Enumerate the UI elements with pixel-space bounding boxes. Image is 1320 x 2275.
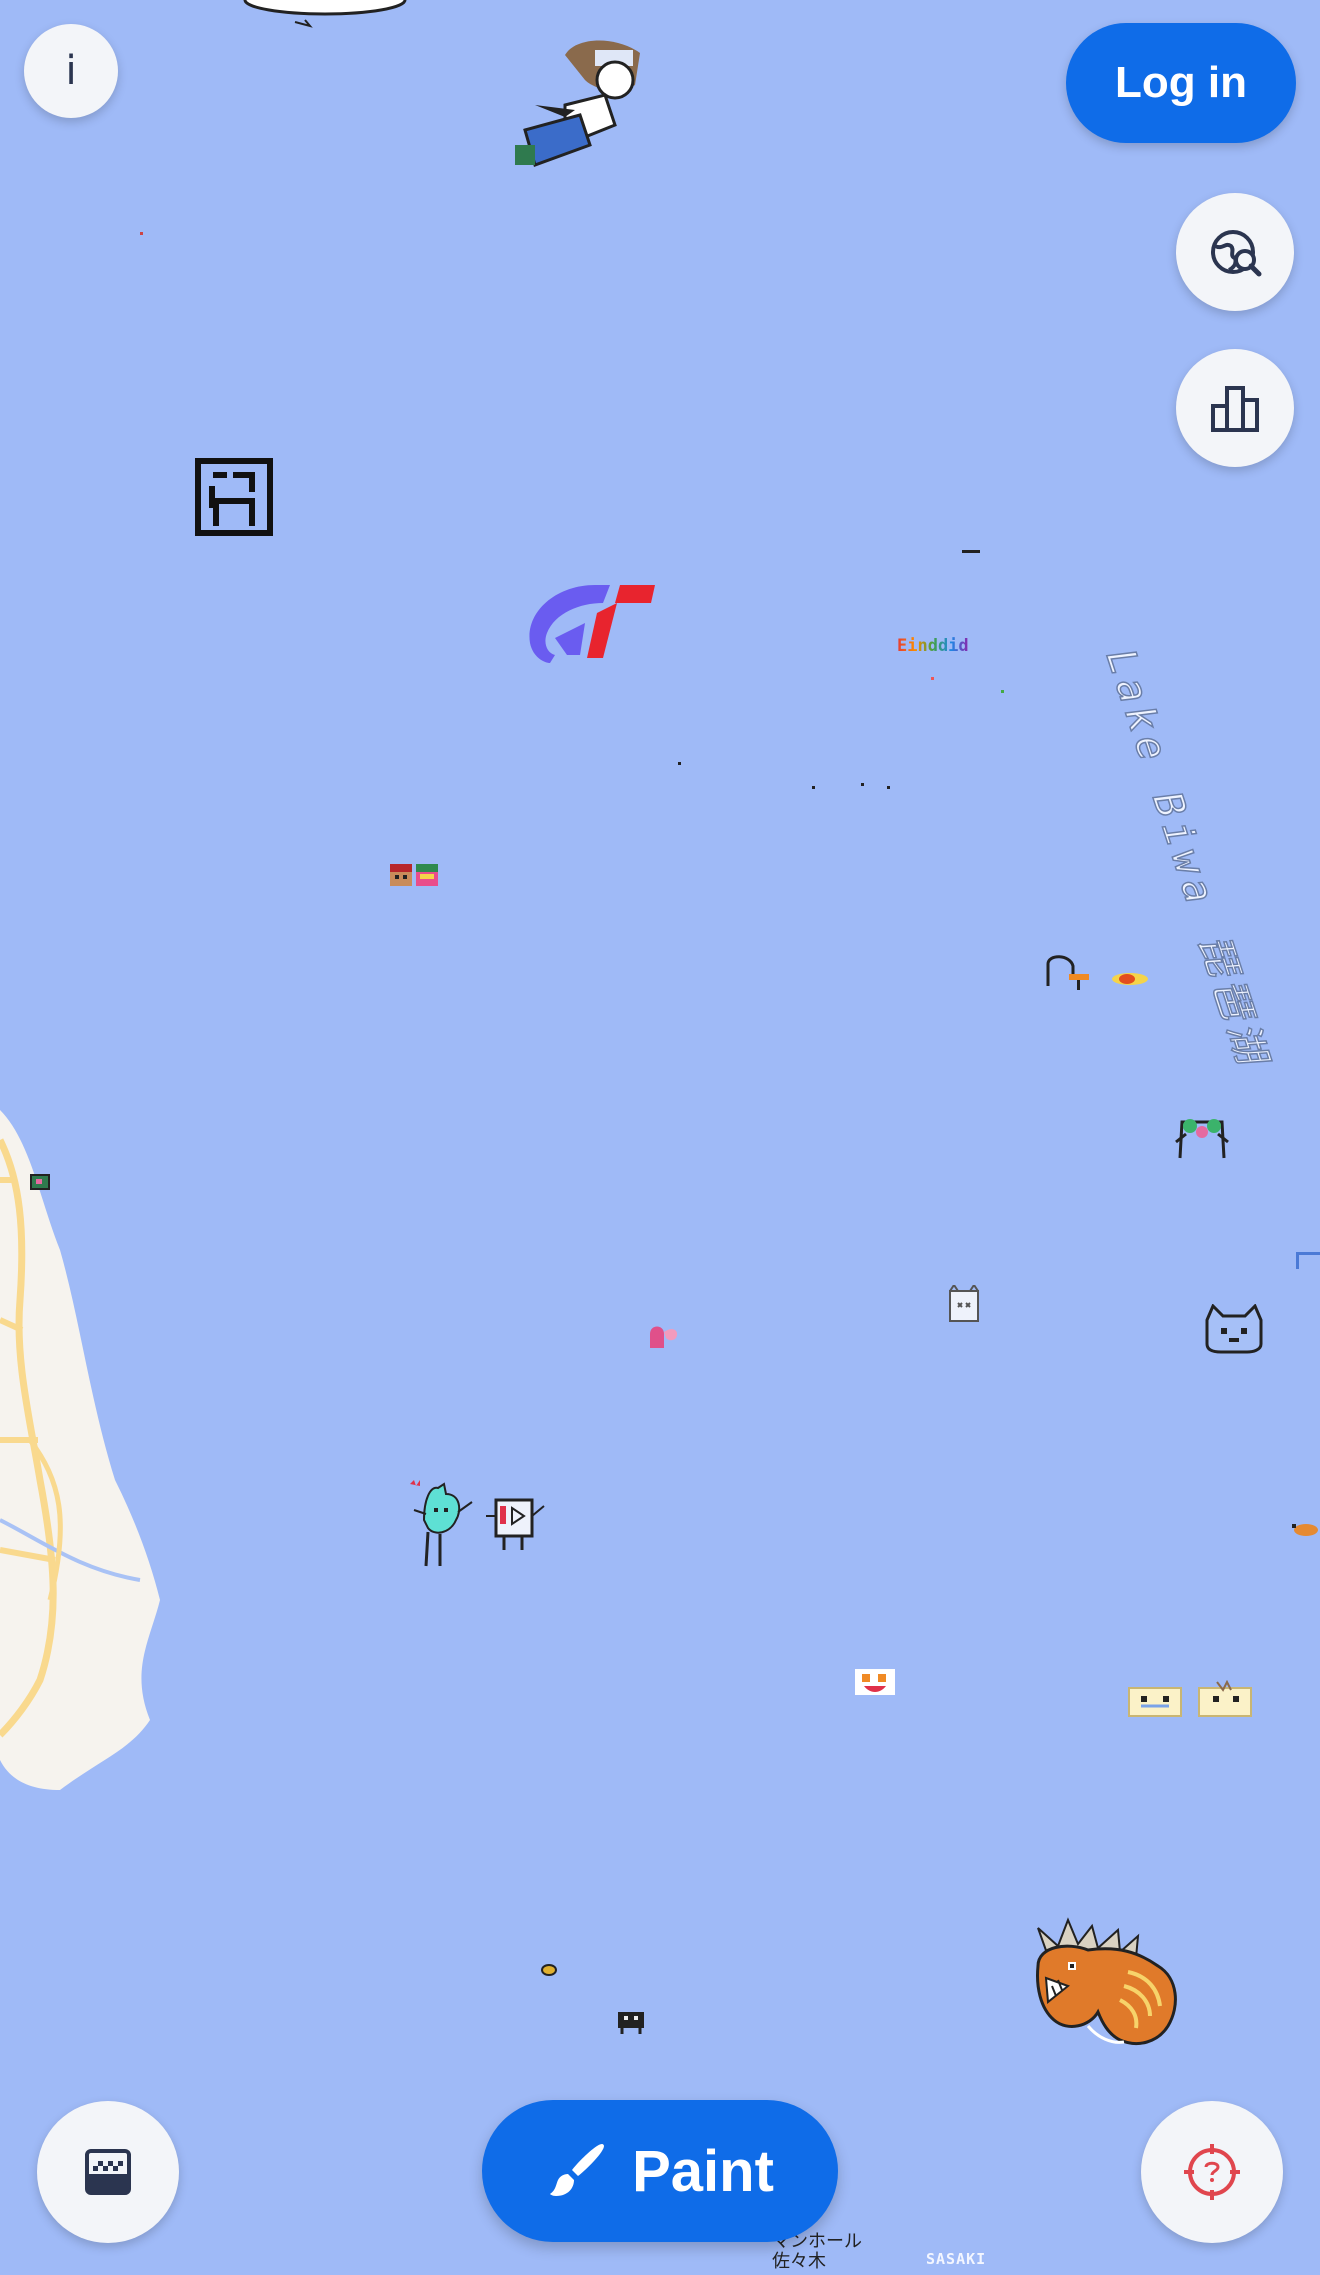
pixel-art-pink-blob (650, 1326, 678, 1348)
pixel-dot (678, 762, 681, 765)
pixel-dash (962, 550, 980, 553)
globe-search-icon (1211, 230, 1262, 277)
pixel-art-cream-blobs (1128, 1680, 1252, 1717)
pixel-dot (1001, 690, 1004, 693)
pixel-art-black-creature (618, 2012, 644, 2034)
leaderboard-icon (1211, 386, 1259, 432)
pixel-art-flying-character (515, 40, 640, 167)
pixel-text-tag: SASAKI (926, 2250, 987, 2268)
pixel-dot (931, 677, 934, 680)
crosshair-icon (1184, 2144, 1240, 2200)
pixel-art-faces (390, 864, 438, 886)
pixel-art-small-cat (949, 1285, 979, 1322)
pixel-art-cyan-creature (410, 1480, 545, 1567)
leaderboard-button[interactable] (1176, 349, 1294, 467)
canvas-layer-button[interactable] (37, 2101, 179, 2243)
pixel-art-dragon (1036, 1917, 1177, 2045)
pixel-art-small-item (541, 1964, 557, 1976)
paint-button[interactable]: Paint (482, 2100, 838, 2242)
pixel-art-tiny-box (30, 1174, 50, 1190)
pixel-art-hook (1046, 955, 1148, 990)
canvas-layer-icon (85, 2149, 131, 2195)
pixel-art-edge-fish (1292, 1524, 1318, 1536)
pixel-art-cat-head (1205, 1304, 1263, 1354)
pixel-dot (887, 786, 890, 789)
pixel-art-smile-face (855, 1669, 895, 1695)
paint-label: Paint (632, 2138, 774, 2204)
pixel-dot (861, 783, 864, 786)
pixel-dot (812, 786, 815, 789)
rainbow-text-tag: Einddid (897, 636, 969, 656)
pixel-art-creature (1175, 1119, 1229, 1159)
map-canvas[interactable]: Lake Biwa 琵琶湖 Einddid マンホール 佐々木 SASAKI (0, 0, 1320, 2275)
pixel-art-glyph (195, 458, 273, 536)
pixel-art-gt-logo (529, 585, 655, 663)
info-button[interactable]: i (24, 24, 118, 118)
pixel-art-cloud (243, 0, 407, 28)
info-icon: i (65, 48, 77, 94)
paintbrush-icon (550, 2144, 605, 2196)
locate-button[interactable] (1141, 2101, 1283, 2243)
login-label: Log in (1115, 58, 1247, 107)
pixel-dot (140, 232, 143, 235)
explore-button[interactable] (1176, 193, 1294, 311)
login-button[interactable]: Log in (1066, 23, 1296, 143)
pixel-art-edge-glyph (1296, 1252, 1320, 1269)
